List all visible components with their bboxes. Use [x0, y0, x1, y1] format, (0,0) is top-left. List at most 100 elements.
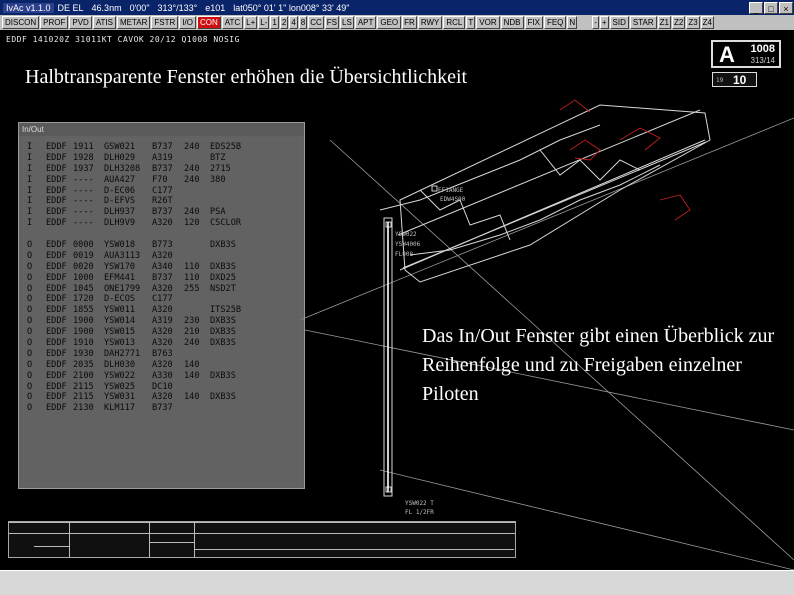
toolbar-button-z3[interactable]: Z3 — [686, 16, 700, 29]
aircraft-tag-1[interactable]: EF1ANGE — [438, 187, 464, 194]
toolbar-button-t[interactable]: T — [466, 16, 476, 29]
outbound-row[interactable]: O EDDF 1000 EFM441 B737 110 DXD25 — [27, 273, 300, 284]
atis-box[interactable]: A 1008 313/14 — [711, 40, 781, 68]
toolbar-button-z2[interactable]: Z2 — [671, 16, 686, 29]
outbound-row[interactable]: O EDDF 1930 DAH2771 B763 — [27, 349, 300, 360]
toolbar-button-ndb[interactable]: NDB — [500, 16, 524, 29]
outbound-row[interactable]: O EDDF 2115 YSW025 DC10 — [27, 382, 300, 393]
cell: 140 — [184, 370, 200, 381]
toolbar-button-sid[interactable]: SID — [609, 16, 629, 29]
cell: I — [27, 185, 33, 196]
cell: EDDF — [46, 174, 67, 185]
cell: A320 — [152, 338, 173, 349]
maximize-button[interactable]: □ — [764, 1, 778, 14]
toolbar-button-fstr[interactable]: FSTR — [151, 16, 179, 29]
inbound-row[interactable]: I EDDF ---- D-EFVS R26T — [27, 196, 300, 207]
toolbar-button-ls[interactable]: LS — [340, 16, 354, 29]
toolbar-button-rcl[interactable]: RCL — [443, 16, 466, 29]
inbound-row[interactable]: I EDDF ---- AUA427 F70 240 380 — [27, 175, 300, 186]
aircraft-tag-5[interactable]: FL008 — [395, 251, 413, 258]
toolbar-button-4[interactable]: 4 — [289, 16, 298, 29]
window-titlebar: IvAc v1.1.0 DE EL 46.3nm 0'00" 313°/133°… — [0, 0, 794, 15]
toolbar-button-con[interactable]: CON — [196, 16, 221, 29]
inout-window-title[interactable]: In/Out — [19, 123, 304, 136]
toolbar-button-i-o[interactable]: I/O — [179, 16, 196, 29]
cell — [184, 251, 210, 262]
aircraft-tag-7[interactable]: FL 1/2FR — [405, 509, 434, 516]
toolbar-button-geo[interactable]: GEO — [377, 16, 402, 29]
toolbar-button-atc[interactable]: ATC — [221, 16, 244, 29]
runway-box[interactable]: 19 10 — [712, 72, 757, 87]
outbound-row[interactable]: O EDDF 1045 ONE1799 A320 255 NSD2T — [27, 284, 300, 295]
outbound-row[interactable]: O EDDF 0019 AUA3113 A320 — [27, 251, 300, 262]
cell: 1855 — [73, 305, 94, 316]
cell: EDDF — [46, 403, 67, 414]
inbound-row[interactable]: I EDDF ---- DLH937 B737 240 PSA — [27, 207, 300, 218]
toolbar-button-discon[interactable]: DISCON — [2, 16, 40, 29]
toolbar-button-apt[interactable]: APT — [354, 16, 377, 29]
cell: 1937 — [73, 163, 94, 174]
toolbar-button-vor[interactable]: VOR — [476, 16, 500, 29]
outbound-row[interactable]: O EDDF 2035 DLH030 A320 140 — [27, 360, 300, 371]
toolbar-button-pvd[interactable]: PVD — [69, 16, 92, 29]
outbound-row[interactable]: O EDDF 1855 YSW011 A320 ITS25B — [27, 305, 300, 316]
outbound-row[interactable]: O EDDF 1910 YSW013 A320 240 DXB3S — [27, 338, 300, 349]
aircraft-tag-4[interactable]: YSW4006 — [395, 241, 421, 248]
outbound-row[interactable]: O EDDF 0000 YSW018 B773 DXB3S — [27, 240, 300, 251]
inbound-row[interactable]: I EDDF ---- DLH9V9 A320 120 CSCLOR — [27, 218, 300, 229]
app-title: IvAc v1.1.0 — [3, 2, 54, 13]
bottom-panel[interactable] — [8, 521, 516, 558]
close-button[interactable]: × — [779, 1, 793, 14]
inout-window[interactable]: In/Out I EDDF 1911 GSW021 B737 240 EDS25B I EDDF… — [18, 122, 305, 489]
aircraft-tag-6[interactable]: YSW022 T — [405, 500, 434, 507]
extended-centerline — [299, 117, 794, 321]
toolbar-button-atis[interactable]: ATIS — [92, 16, 116, 29]
panel-divider — [34, 546, 69, 547]
outbound-row[interactable]: O EDDF 0020 YSW170 A340 110 DXB3S — [27, 262, 300, 273]
panel-divider — [9, 522, 515, 523]
cell: EDDF — [46, 327, 67, 338]
toolbar-button-fix[interactable]: FIX — [524, 16, 543, 29]
panel-divider — [69, 522, 70, 557]
inbound-row[interactable]: I EDDF 1928 DLH029 A319 BTZ — [27, 153, 300, 164]
outbound-row[interactable]: O EDDF 1720 D-ECOS C177 — [27, 294, 300, 305]
cell: O — [27, 240, 33, 251]
outbound-row[interactable]: O EDDF 1900 YSW014 A319 230 DXB3S — [27, 316, 300, 327]
terminal-area-2 — [619, 127, 661, 151]
outbound-row[interactable]: O EDDF 2130 KLM117 B737 — [27, 403, 300, 414]
toolbar-button-z4[interactable]: Z4 — [700, 16, 714, 29]
runway-edge — [402, 141, 707, 269]
cell — [210, 186, 255, 197]
toolbar-button-z1[interactable]: Z1 — [657, 16, 671, 29]
toolbar-button-l-[interactable]: L- — [258, 16, 270, 29]
toolbar-button-fr[interactable]: FR — [402, 16, 417, 29]
outbound-row[interactable]: O EDDF 1900 YSW015 A320 210 DXB3S — [27, 327, 300, 338]
minimize-button[interactable]: _ — [749, 1, 763, 14]
toolbar-button-feq[interactable]: FEQ — [543, 16, 567, 29]
toolbar-button-n[interactable]: N — [567, 16, 578, 29]
toolbar-button-8[interactable]: 8 — [298, 16, 308, 29]
cell: 240 — [184, 338, 200, 349]
inout-list[interactable]: I EDDF 1911 GSW021 B737 240 EDS25B I EDDF 1928 DLH… — [23, 139, 301, 485]
cell: DC10 — [152, 381, 173, 392]
inbound-row[interactable]: I EDDF 1937 DLH3208 B737 240 2715 — [27, 164, 300, 175]
cell: NSD2T — [210, 283, 236, 294]
toolbar-button-1[interactable]: 1 — [270, 16, 279, 29]
toolbar-button-+[interactable]: + — [599, 16, 609, 29]
toolbar-button-rwy[interactable]: RWY — [417, 16, 443, 29]
aircraft-tag-2[interactable]: EDW4S00 — [440, 196, 466, 203]
toolbar-button-2[interactable]: 2 — [279, 16, 289, 29]
toolbar-button-metar[interactable]: METAR — [117, 16, 151, 29]
toolbar-button-prof[interactable]: PROF — [40, 16, 69, 29]
toolbar-button--[interactable]: - — [592, 16, 599, 29]
toolbar-button-cc[interactable]: CC — [308, 16, 324, 29]
inbound-row[interactable]: I EDDF ---- D-EC06 C177 — [27, 186, 300, 197]
toolbar-button-star[interactable]: STAR — [629, 16, 657, 29]
toolbar-button-fs[interactable]: FS — [324, 16, 340, 29]
aircraft-tag-3[interactable]: YSW022 — [395, 231, 417, 238]
aircraft-symbol-3[interactable] — [431, 185, 438, 192]
inbound-row[interactable]: I EDDF 1911 GSW021 B737 240 EDS25B — [27, 142, 300, 153]
outbound-row[interactable]: O EDDF 2115 YSW031 A320 140 DXB3S — [27, 392, 300, 403]
outbound-row[interactable]: O EDDF 2100 YSW022 A330 140 DXB3S — [27, 371, 300, 382]
toolbar-button-l+[interactable]: L+ — [244, 16, 258, 29]
